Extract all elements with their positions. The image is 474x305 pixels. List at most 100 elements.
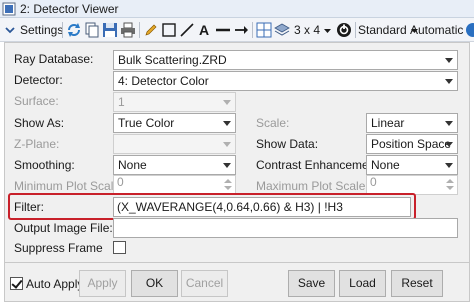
printer-icon bbox=[121, 22, 135, 38]
chevron-down-icon bbox=[445, 121, 453, 126]
detector-label: Detector: bbox=[14, 73, 63, 87]
line-tool[interactable] bbox=[179, 21, 195, 39]
ray-database-label: Ray Database: bbox=[14, 52, 94, 66]
layout-dropdown[interactable]: 3 x 4 bbox=[294, 21, 332, 39]
layers-icon bbox=[274, 23, 290, 36]
spin-up-icon[interactable] bbox=[223, 177, 233, 185]
detector-value: 4: Detector Color bbox=[118, 74, 209, 88]
chevron-down-icon bbox=[223, 142, 231, 147]
surface-label: Surface: bbox=[14, 94, 59, 108]
auto-apply-checkbox[interactable] bbox=[10, 277, 23, 290]
toolbar-separator bbox=[62, 22, 63, 38]
power-icon bbox=[337, 23, 351, 37]
toolbar-separator bbox=[139, 22, 140, 38]
automatic-label: Automatic bbox=[410, 23, 464, 37]
chevron-down-icon bbox=[223, 100, 231, 105]
chevron-down-icon bbox=[445, 142, 453, 147]
toolbar-separator bbox=[252, 22, 253, 38]
settings-button[interactable]: Settings bbox=[4, 21, 63, 39]
ray-database-dropdown[interactable]: Bulk Scattering.ZRD bbox=[113, 50, 458, 70]
copy-button[interactable] bbox=[84, 21, 100, 39]
settings-chevron-icon bbox=[5, 27, 15, 34]
scale-value: Linear bbox=[371, 116, 405, 130]
show-data-value: Position Space bbox=[371, 137, 452, 151]
chevron-down-icon bbox=[223, 121, 231, 126]
horizontal-line-tool[interactable] bbox=[215, 21, 231, 39]
detector-dropdown[interactable]: 4: Detector Color bbox=[113, 71, 458, 91]
zoom-button[interactable] bbox=[256, 21, 272, 39]
text-tool[interactable]: A bbox=[197, 21, 213, 39]
chevron-down-icon bbox=[223, 163, 231, 168]
smoothing-dropdown[interactable]: None bbox=[113, 155, 236, 175]
ok-button[interactable]: OK bbox=[131, 270, 178, 297]
smoothing-value: None bbox=[118, 158, 147, 172]
text-a-icon: A bbox=[199, 22, 209, 38]
help-icon bbox=[466, 23, 474, 37]
ray-database-value: Bulk Scattering.ZRD bbox=[118, 53, 227, 67]
show-as-value: True Color bbox=[118, 116, 175, 130]
pencil-icon bbox=[145, 24, 157, 36]
copy-icon bbox=[85, 22, 99, 38]
auto-apply-label: Auto Apply bbox=[26, 277, 84, 291]
suppress-frame-checkbox[interactable] bbox=[113, 241, 126, 254]
output-image-file-label: Output Image File: bbox=[14, 221, 113, 235]
suppress-frame-label: Suppress Frame bbox=[14, 241, 103, 255]
z-plane-label: Z-Plane: bbox=[14, 137, 60, 151]
svg-text:A: A bbox=[199, 22, 209, 38]
scale-label: Scale: bbox=[256, 116, 290, 130]
zoom-grid-icon bbox=[256, 22, 272, 38]
smoothing-label: Smoothing: bbox=[14, 158, 75, 172]
scale-dropdown[interactable]: Linear bbox=[366, 113, 458, 133]
window-title: 2: Detector Viewer bbox=[20, 2, 119, 16]
filter-highlight-box bbox=[8, 193, 416, 220]
spin-down-icon[interactable] bbox=[223, 185, 233, 193]
refresh-button[interactable] bbox=[66, 21, 82, 39]
spin-down-icon[interactable] bbox=[445, 185, 455, 193]
print-button[interactable] bbox=[120, 21, 136, 39]
detector-viewer-icon bbox=[2, 2, 16, 16]
divider bbox=[5, 262, 469, 263]
minimum-plot-scale-value: 0 bbox=[117, 175, 124, 189]
save-image-button[interactable] bbox=[102, 21, 118, 39]
contrast-enhancement-value: None bbox=[371, 158, 400, 172]
chevron-down-icon bbox=[445, 58, 453, 63]
reset-button[interactable]: Reset bbox=[391, 270, 443, 297]
minimum-plot-scale-input[interactable]: 0 bbox=[113, 175, 236, 195]
layout-label: 3 x 4 bbox=[294, 23, 321, 37]
surface-dropdown[interactable]: 1 bbox=[113, 92, 236, 112]
apply-button[interactable]: Apply bbox=[79, 270, 126, 297]
z-plane-dropdown[interactable] bbox=[113, 134, 236, 154]
save-button[interactable]: Save bbox=[288, 270, 335, 297]
show-data-label: Show Data: bbox=[256, 137, 319, 151]
title-bar: 2: Detector Viewer bbox=[0, 0, 474, 18]
maximum-plot-scale-input[interactable]: 0 bbox=[366, 175, 458, 195]
rectangle-tool[interactable] bbox=[161, 21, 177, 39]
surface-value: 1 bbox=[118, 95, 125, 109]
rectangle-icon bbox=[162, 23, 176, 37]
diagonal-line-icon bbox=[180, 23, 194, 37]
arrow-tool[interactable] bbox=[233, 21, 249, 39]
contrast-enhancement-dropdown[interactable]: None bbox=[366, 155, 458, 175]
refresh-icon bbox=[68, 23, 80, 37]
chevron-down-icon bbox=[445, 163, 453, 168]
save-disk-icon bbox=[103, 23, 117, 37]
chevron-down-icon bbox=[445, 79, 453, 84]
show-as-label: Show As: bbox=[14, 116, 65, 130]
minimum-plot-scale-label: Minimum Plot Scale: bbox=[14, 179, 124, 193]
load-button[interactable]: Load bbox=[339, 270, 386, 297]
show-as-dropdown[interactable]: True Color bbox=[113, 113, 236, 133]
maximum-plot-scale-label: Maximum Plot Scale: bbox=[256, 179, 369, 193]
settings-label: Settings bbox=[20, 23, 64, 37]
horizontal-line-icon bbox=[216, 28, 230, 32]
cancel-button[interactable]: Cancel bbox=[181, 270, 228, 297]
help-button[interactable] bbox=[465, 21, 474, 39]
toolbar: Settings A 3 x 4 Standard Automatic bbox=[0, 18, 474, 42]
pencil-tool[interactable] bbox=[143, 21, 159, 39]
spin-up-icon[interactable] bbox=[445, 177, 455, 185]
maximum-plot-scale-value: 0 bbox=[370, 175, 377, 189]
contrast-enhancement-label: Contrast Enhancement: bbox=[256, 158, 383, 172]
output-image-file-input[interactable] bbox=[113, 218, 458, 238]
auto-update-button[interactable] bbox=[336, 21, 352, 39]
layers-button[interactable] bbox=[274, 21, 290, 39]
show-data-dropdown[interactable]: Position Space bbox=[366, 134, 458, 154]
